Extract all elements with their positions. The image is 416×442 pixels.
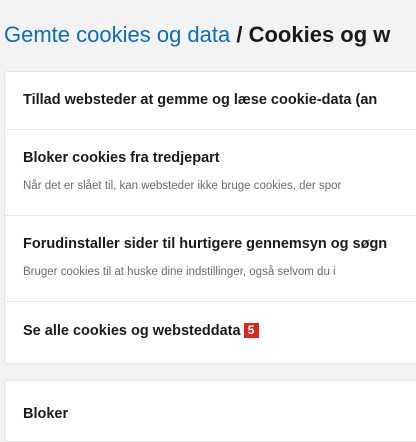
setting-allow-cookies[interactable]: Tillad websteder at gemme og læse cookie…	[5, 72, 416, 130]
breadcrumb: Gemte cookies og data / Cookies og w	[4, 22, 390, 48]
breadcrumb-parent-link[interactable]: Gemte cookies og data	[4, 22, 230, 47]
setting-block-third-party[interactable]: Bloker cookies fra tredjepart Når det er…	[5, 130, 416, 216]
see-all-cookies-label: Se alle cookies og websteddata 5	[23, 323, 259, 339]
setting-preload-pages-label: Forudinstaller sider til hurtigere genne…	[23, 236, 388, 252]
see-all-cookies-text: Se alle cookies og websteddata	[23, 323, 241, 339]
setting-allow-cookies-label: Tillad websteder at gemme og læse cookie…	[23, 92, 378, 108]
setting-block-third-party-description: Når det er slået til, kan websteder ikke…	[23, 180, 342, 192]
cookie-settings-card: Tillad websteder at gemme og læse cookie…	[4, 71, 416, 364]
number-badge: 5	[243, 323, 259, 338]
see-all-cookies-link[interactable]: Se alle cookies og websteddata 5	[5, 302, 416, 363]
block-section-title: Bloker	[23, 406, 69, 422]
setting-preload-pages[interactable]: Forudinstaller sider til hurtigere genne…	[5, 216, 416, 302]
breadcrumb-separator: /	[230, 22, 249, 47]
setting-preload-pages-description: Bruger cookies til at huske dine indstil…	[23, 266, 336, 278]
block-section-card: Bloker	[4, 380, 416, 442]
setting-block-third-party-label: Bloker cookies fra tredjepart	[23, 150, 220, 166]
breadcrumb-current: Cookies og w	[248, 22, 391, 47]
